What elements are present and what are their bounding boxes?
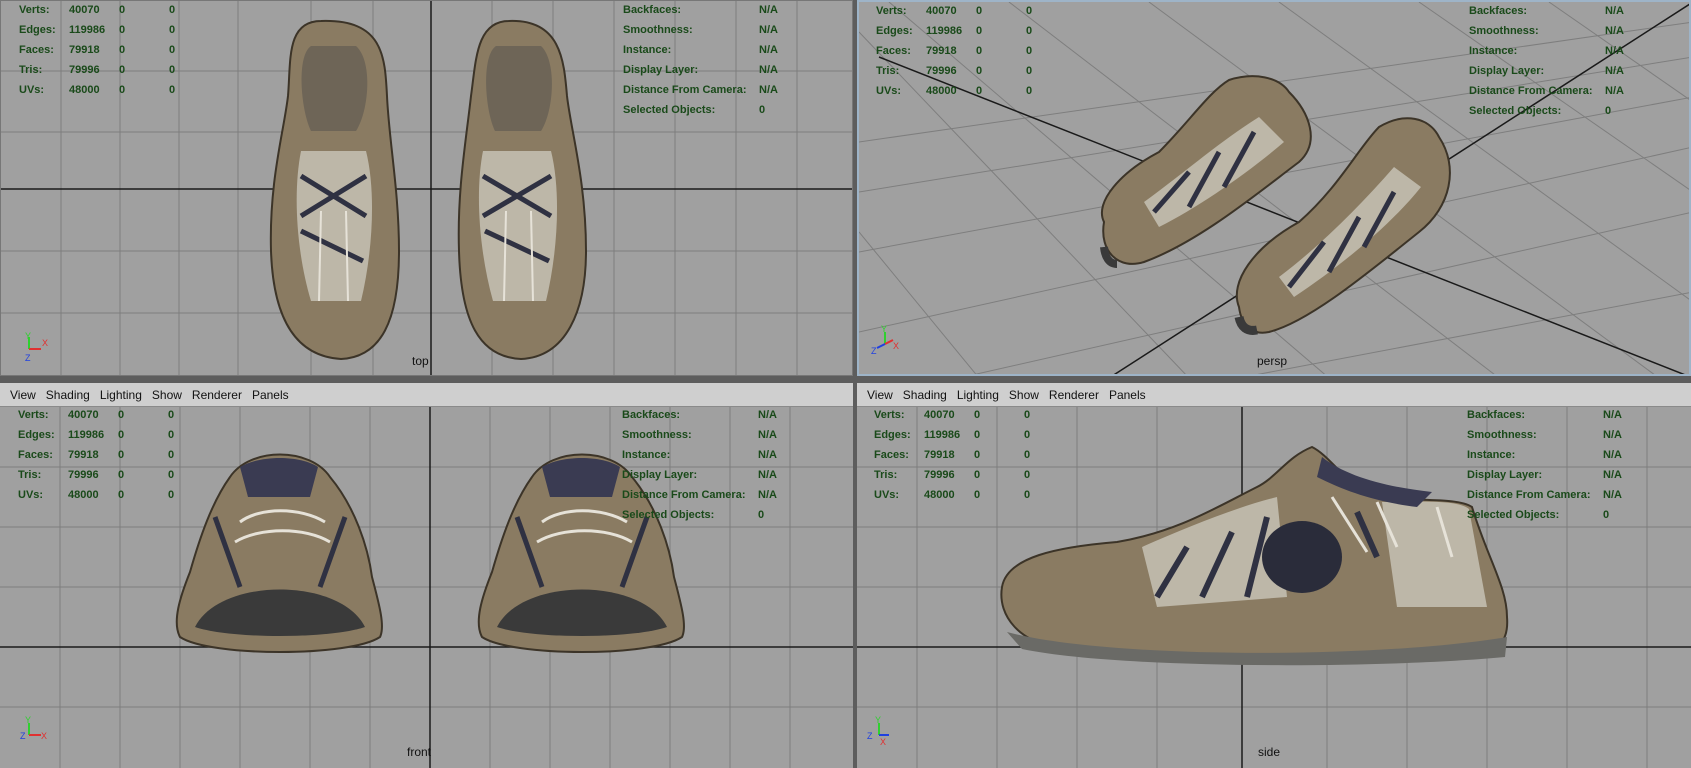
- menu-lighting[interactable]: Lighting: [96, 388, 146, 402]
- viewport-persp[interactable]: Verts: 40070 0 0 Edges: 119986 0 0 Faces: 79918…: [859, 2, 1689, 374]
- menu-lighting[interactable]: Lighting: [953, 388, 1003, 402]
- hud-object-details: Backfaces: N/A Smoothness: N/A Instance: N/…: [1467, 409, 1622, 521]
- menu-renderer[interactable]: Renderer: [1045, 388, 1103, 402]
- shoe-right-top[interactable]: [457, 19, 588, 361]
- camera-label: side: [1258, 745, 1281, 759]
- axis-gizmo-icon: Y X Z: [871, 324, 899, 356]
- viewport-front-pane[interactable]: View Shading Lighting Show Renderer Pane…: [0, 383, 853, 768]
- hud-object-details: Backfaces: N/A Smoothness: N/A Instance: N/…: [623, 4, 778, 116]
- panel-menubar: View Shading Lighting Show Renderer Pane…: [857, 383, 1691, 407]
- camera-label: top: [412, 354, 429, 368]
- menu-shading[interactable]: Shading: [899, 388, 951, 402]
- hud-poly-count: Verts: 40070 0 0 Edges: 119986 0 0 Faces: 79918…: [876, 5, 1033, 97]
- svg-text:Z: Z: [867, 731, 873, 741]
- menu-panels[interactable]: Panels: [248, 388, 293, 402]
- camera-label: front: [407, 745, 432, 759]
- shoe-left-front[interactable]: [175, 453, 383, 653]
- hud-poly-count: Verts: 40070 0 0 Edges: 119986 0 0 Faces: 79918…: [18, 409, 175, 501]
- viewport-side[interactable]: Verts: 40070 0 0 Edges: 119986 0 0 Faces: 79918…: [857, 407, 1691, 768]
- menu-show[interactable]: Show: [148, 388, 186, 402]
- svg-text:Y: Y: [25, 331, 31, 341]
- hud-poly-count: Verts: 40070 0 0 Edges: 119986 0 0 Faces: 79918…: [19, 4, 176, 96]
- axis-gizmo-icon: Y Z X: [20, 715, 47, 741]
- svg-text:X: X: [880, 737, 886, 747]
- svg-text:Y: Y: [881, 324, 887, 334]
- viewport-side-pane[interactable]: View Shading Lighting Show Renderer Pane…: [857, 383, 1691, 768]
- axis-gizmo-icon: Y X Z: [25, 331, 48, 363]
- viewport-persp-pane[interactable]: Verts: 40070 0 0 Edges: 119986 0 0 Faces: 79918…: [857, 0, 1691, 376]
- svg-text:X: X: [893, 341, 899, 351]
- svg-text:Y: Y: [25, 715, 31, 725]
- viewport-front[interactable]: Verts: 40070 0 0 Edges: 119986 0 0 Faces: 79918…: [0, 407, 853, 768]
- menu-show[interactable]: Show: [1005, 388, 1043, 402]
- svg-text:Y: Y: [875, 715, 881, 725]
- hud-poly-count: Verts: 40070 0 0 Edges: 119986 0 0 Faces: 79918…: [874, 409, 1031, 501]
- viewport-top-pane[interactable]: Verts: 40070 0 0 Edges: 119986 0 0 Faces: 79918…: [0, 0, 853, 376]
- axis-gizmo-icon: Y Z X: [867, 715, 889, 747]
- camera-label: persp: [1257, 354, 1288, 368]
- hud-object-details: Backfaces: N/A Smoothness: N/A Instance: N/…: [622, 409, 777, 521]
- menu-view[interactable]: View: [863, 388, 897, 402]
- hud-object-details: Backfaces: N/A Smoothness: N/A Instance: N/…: [1469, 5, 1624, 117]
- menu-view[interactable]: View: [6, 388, 40, 402]
- menu-renderer[interactable]: Renderer: [188, 388, 246, 402]
- svg-text:X: X: [41, 731, 47, 741]
- shoe-left-top[interactable]: [269, 19, 401, 361]
- svg-text:Z: Z: [25, 353, 31, 363]
- viewport-top[interactable]: Verts: 40070 0 0 Edges: 119986 0 0 Faces: 79918…: [1, 1, 852, 375]
- menu-panels[interactable]: Panels: [1105, 388, 1150, 402]
- panel-menubar: View Shading Lighting Show Renderer Pane…: [0, 383, 853, 407]
- svg-text:X: X: [42, 338, 48, 348]
- menu-shading[interactable]: Shading: [42, 388, 94, 402]
- svg-text:Z: Z: [871, 346, 877, 356]
- svg-text:Z: Z: [20, 731, 26, 741]
